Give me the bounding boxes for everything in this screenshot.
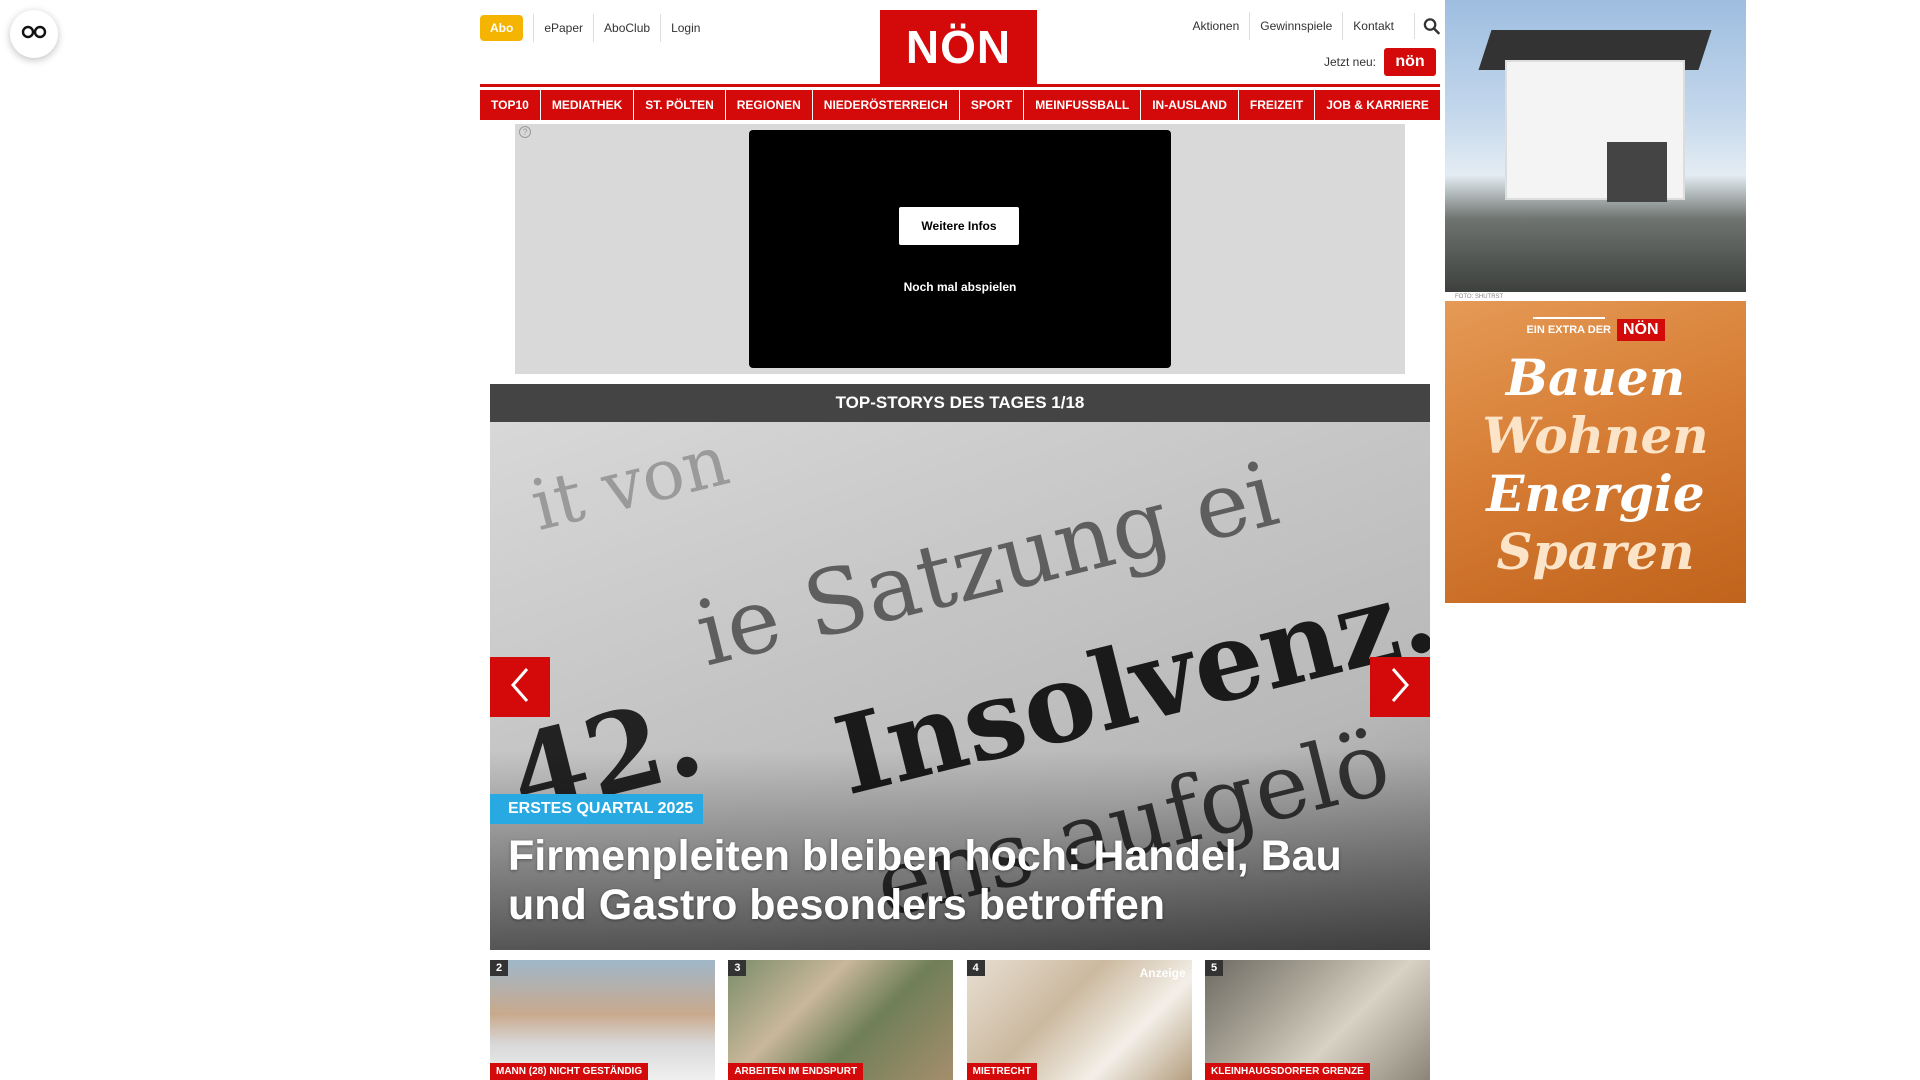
next-slide-button[interactable] — [1370, 657, 1430, 717]
extra-label: EIN EXTRA DER NÖN — [1445, 319, 1746, 341]
thumbnail-card[interactable]: 2 MANN (28) NICHT GESTÄNDIG — [490, 960, 715, 1080]
ad-info-icon[interactable]: ? — [519, 126, 531, 138]
story-thumbnails: 2 MANN (28) NICHT GESTÄNDIG 3 ARBEITEN I… — [490, 960, 1430, 1080]
aktionen-link[interactable]: Aktionen — [1183, 12, 1250, 40]
utility-nav-left: Abo ePaper AboClub Login — [480, 14, 710, 42]
hero-image-text: it von — [523, 422, 737, 547]
weitere-infos-button[interactable]: Weitere Infos — [899, 207, 1019, 245]
header-divider — [480, 84, 1440, 87]
chevron-left-icon — [509, 667, 531, 708]
thumbnail-label: MIETRECHT — [966, 1063, 1037, 1080]
thumbnail-number: 2 — [490, 960, 509, 976]
thumbnail-card[interactable]: 3 ARBEITEN IM ENDSPURT — [728, 960, 954, 1080]
hero-slide[interactable]: it von ie Satzung ei 42. Insolvenz. ens … — [490, 422, 1430, 950]
chevron-right-icon — [1389, 667, 1411, 708]
gewinnspiele-link[interactable]: Gewinnspiele — [1249, 12, 1342, 40]
abo-button[interactable]: Abo — [480, 15, 524, 41]
anzeige-badge: Anzeige — [1139, 966, 1186, 980]
glasses-icon — [21, 25, 47, 44]
thumbnail-number: 3 — [728, 960, 747, 976]
extra-logo: NÖN — [1616, 319, 1665, 341]
story-headline[interactable]: Firmenpleiten bleiben hoch: Handel, Bau … — [508, 832, 1408, 930]
thumbnail-card[interactable]: 4 Anzeige MIETRECHT — [966, 960, 1192, 1080]
ad-headline: Bauen Wohnen Energie Sparen — [1445, 349, 1746, 581]
accessibility-button[interactable] — [10, 10, 58, 58]
jetzt-neu-badge[interactable]: nön — [1384, 48, 1436, 76]
thumbnail-number: 5 — [1204, 960, 1224, 976]
video-player[interactable]: Weitere Infos Noch mal abspielen — [749, 130, 1171, 368]
foto-credit: FOTO: SHUTRST — [1455, 294, 1504, 300]
ad-word: Wohnen — [1482, 406, 1709, 465]
story-kicker[interactable]: ERSTES QUARTAL 2025 — [490, 794, 704, 824]
nav-meinfussball[interactable]: MEINFUSSBALL — [1024, 90, 1141, 120]
login-link[interactable]: Login — [660, 14, 710, 42]
thumbnail-number: 4 — [966, 960, 985, 976]
site-header: Abo ePaper AboClub Login NÖN Aktionen Ge… — [480, 0, 1440, 86]
main-nav: TOP10 MEDIATHEK ST. PÖLTEN REGIONEN NIED… — [480, 90, 1440, 120]
nav-job-karriere[interactable]: JOB & KARRIERE — [1315, 90, 1440, 120]
site-logo[interactable]: NÖN — [880, 10, 1037, 84]
kontakt-link[interactable]: Kontakt — [1342, 12, 1404, 40]
replay-link[interactable]: Noch mal abspielen — [749, 280, 1171, 294]
sidebar-ad-house[interactable] — [1445, 0, 1746, 292]
nav-st-poelten[interactable]: ST. PÖLTEN — [634, 90, 725, 120]
nav-niederoesterreich[interactable]: NIEDERÖSTERREICH — [812, 90, 959, 120]
video-ad-container: ? Weitere Infos Noch mal abspielen — [515, 124, 1405, 374]
nav-sport[interactable]: SPORT — [959, 90, 1024, 120]
epaper-link[interactable]: ePaper — [533, 14, 593, 42]
jetzt-neu-label: Jetzt neu: — [1323, 55, 1376, 69]
nav-top10[interactable]: TOP10 — [480, 90, 540, 120]
thumbnail-label: ARBEITEN IM ENDSPURT — [728, 1063, 864, 1080]
extra-text: EIN EXTRA DER — [1526, 324, 1611, 336]
search-icon[interactable] — [1414, 13, 1440, 39]
jetzt-neu-promo[interactable]: Jetzt neu: nön — [1324, 48, 1436, 76]
nav-regionen[interactable]: REGIONEN — [725, 90, 812, 120]
nav-freizeit[interactable]: FREIZEIT — [1238, 90, 1315, 120]
sidebar-ad-bauen[interactable]: EIN EXTRA DER NÖN Bauen Wohnen Energie S… — [1445, 301, 1746, 603]
nav-in-ausland[interactable]: IN-AUSLAND — [1141, 90, 1238, 120]
ad-word: Bauen — [1505, 348, 1686, 407]
top-stories-title: TOP-STORYS DES TAGES 1/18 — [490, 384, 1430, 422]
nav-mediathek[interactable]: MEDIATHEK — [540, 90, 634, 120]
ad-word: Energie — [1486, 464, 1705, 523]
prev-slide-button[interactable] — [490, 657, 550, 717]
thumbnail-label: KLEINHAUGSDORFER GRENZE — [1204, 1063, 1370, 1080]
thumbnail-label: MANN (28) NICHT GESTÄNDIG — [490, 1063, 649, 1080]
ad-word: Sparen — [1496, 522, 1695, 581]
house-illustration — [1505, 60, 1685, 202]
house-garage — [1607, 142, 1667, 202]
aboclub-link[interactable]: AboClub — [593, 14, 660, 42]
utility-nav-right: Aktionen Gewinnspiele Kontakt — [1183, 12, 1440, 40]
thumbnail-card[interactable]: 5 KLEINHAUGSDORFER GRENZE — [1204, 960, 1430, 1080]
